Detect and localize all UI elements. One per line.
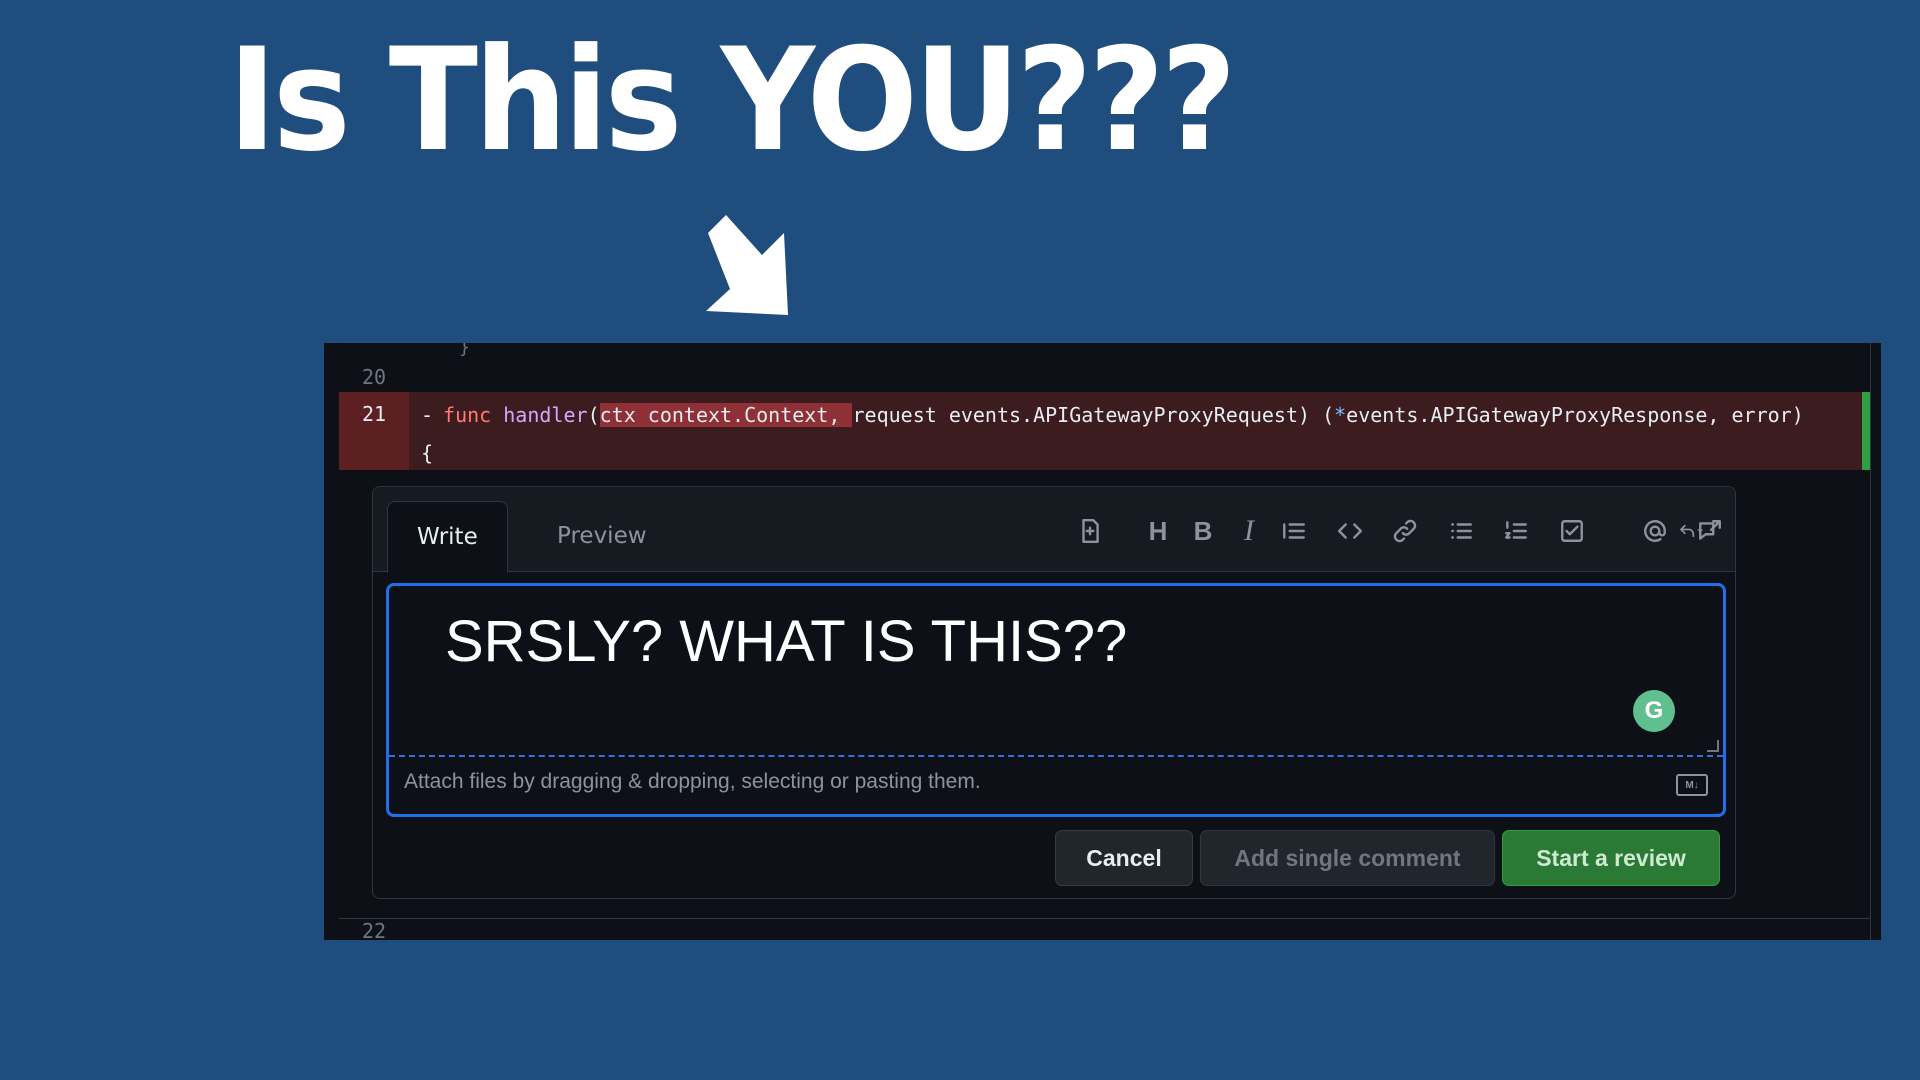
code-line: - func handler(ctx context.Context, reque…	[421, 396, 1810, 472]
grammarly-icon[interactable]: G	[1633, 690, 1675, 732]
code-paren: (	[587, 403, 600, 427]
diff-row-22: 22	[339, 918, 1870, 940]
grammarly-letter: G	[1644, 697, 1664, 724]
tab-preview[interactable]: Preview	[528, 501, 676, 571]
code-highlight: ctx context.Context,	[599, 403, 853, 427]
task-list-icon[interactable]	[1552, 507, 1592, 555]
line-number[interactable]: 21	[339, 402, 409, 426]
editor-divider	[389, 755, 1723, 757]
italic-icon[interactable]: I	[1229, 507, 1269, 555]
bulleted-list-icon[interactable]	[1441, 507, 1481, 555]
tab-write[interactable]: Write	[387, 501, 508, 573]
code-rest: request events.APIGatewayProxyRequest) (	[852, 403, 1335, 427]
code-review-screenshot: } 20 21 - func handler(ctx context.Contex…	[324, 343, 1881, 940]
markdown-icon[interactable]: M↓	[1676, 774, 1708, 796]
diff-minus: -	[421, 403, 434, 427]
comment-box: Write Preview H B I SRSLY? WHAT IS THIS?…	[372, 486, 1736, 899]
diff-row-21-deleted: 21 - func handler(ctx context.Context, re…	[339, 392, 1870, 470]
comment-textarea[interactable]: SRSLY? WHAT IS THIS?? G Attach files by …	[386, 583, 1726, 817]
code-star: *	[1334, 403, 1347, 427]
added-edge-marker	[1862, 392, 1870, 470]
quote-icon[interactable]	[1274, 507, 1314, 555]
resize-handle[interactable]	[1707, 740, 1719, 752]
code-keyword: func	[443, 403, 492, 427]
arrow-down-right-icon	[706, 215, 788, 315]
link-icon[interactable]	[1385, 507, 1425, 555]
numbered-list-icon[interactable]	[1496, 507, 1536, 555]
add-single-comment-button[interactable]: Add single comment	[1200, 830, 1495, 886]
code-icon[interactable]	[1330, 507, 1370, 555]
add-file-icon[interactable]	[1070, 507, 1110, 555]
undo-icon[interactable]	[1663, 507, 1719, 555]
start-review-button[interactable]: Start a review	[1502, 830, 1720, 886]
slide-title: Is This YOU???	[228, 18, 1237, 183]
cancel-button[interactable]: Cancel	[1055, 830, 1193, 886]
heading-icon[interactable]: H	[1138, 507, 1178, 555]
comment-text[interactable]: SRSLY? WHAT IS THIS??	[445, 608, 1127, 675]
diff-row-20: 20	[339, 353, 1870, 393]
bold-icon[interactable]: B	[1183, 507, 1223, 555]
code-function: handler	[503, 403, 588, 427]
line-number[interactable]: 20	[339, 365, 409, 389]
attach-files-hint[interactable]: Attach files by dragging & dropping, sel…	[404, 770, 981, 794]
comment-tabs-bar: Write Preview H B I	[373, 487, 1735, 573]
line-number[interactable]: 22	[339, 919, 409, 940]
